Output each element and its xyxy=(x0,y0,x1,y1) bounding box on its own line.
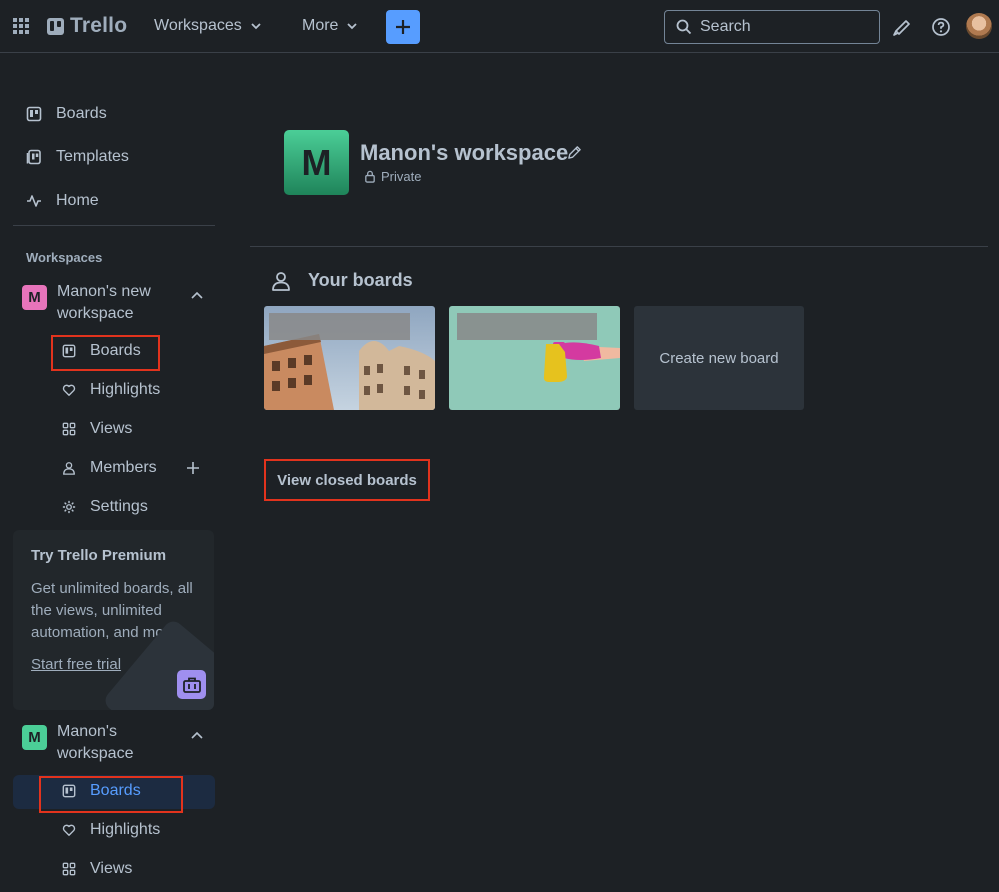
workspace-name: Manon's new workspace xyxy=(57,283,151,322)
gear-icon xyxy=(62,500,76,514)
more-menu-label: More xyxy=(302,17,339,34)
sidebar-item-label: Members xyxy=(90,459,157,476)
pencil-icon[interactable] xyxy=(567,145,582,160)
sidebar-item-label: Templates xyxy=(56,148,129,165)
search-box[interactable] xyxy=(664,10,880,44)
board-name-bar xyxy=(269,313,410,340)
person-icon xyxy=(272,271,290,291)
workspace-name: Manon's workspace xyxy=(57,723,134,762)
sidebar-divider xyxy=(13,225,215,226)
sidebar-item-boards[interactable]: Boards xyxy=(26,105,107,123)
workspaces-menu-label: Workspaces xyxy=(154,17,242,34)
heart-icon xyxy=(62,824,76,836)
workspace-header[interactable]: M Manon's new workspace xyxy=(22,281,212,325)
workspace-badge: M xyxy=(22,285,47,310)
board-icon xyxy=(26,106,42,122)
sidebar-item-views[interactable]: Views xyxy=(62,420,132,438)
sidebar-item-label: Highlights xyxy=(90,821,161,838)
briefcase-icon xyxy=(177,670,206,699)
create-new-board-label: Create new board xyxy=(659,349,779,367)
sidebar-item-label: Highlights xyxy=(90,381,161,398)
chevron-down-icon xyxy=(251,23,261,30)
sidebar-item-members[interactable]: Members xyxy=(62,459,157,477)
sidebar-item-home[interactable]: Home xyxy=(26,192,99,210)
more-menu-button[interactable]: More xyxy=(302,17,358,35)
sidebar: Boards Templates Home Workspaces M Manon… xyxy=(0,53,230,892)
chevron-up-icon[interactable] xyxy=(190,289,204,303)
workspace-header[interactable]: M Manon's workspace xyxy=(22,721,212,765)
search-icon xyxy=(676,19,692,35)
sidebar-item-label: Views xyxy=(90,420,133,437)
members-icon xyxy=(63,462,75,475)
sidebar-item-highlights[interactable]: Highlights xyxy=(62,821,160,839)
sidebar-item-highlights[interactable]: Highlights xyxy=(62,381,160,399)
top-bar: Trello Workspaces More xyxy=(0,0,999,53)
activity-icon xyxy=(27,195,41,207)
highlight-box xyxy=(51,335,160,371)
sidebar-item-label: Boards xyxy=(56,105,107,122)
board-tile[interactable] xyxy=(264,306,435,410)
search-input[interactable] xyxy=(700,18,860,36)
workspace-title: Manon's workspace xyxy=(360,140,569,165)
plus-icon xyxy=(396,20,410,34)
workspaces-section-label: Workspaces xyxy=(26,250,103,265)
workspace-avatar: M xyxy=(284,130,349,195)
premium-card: Try Trello Premium Get unlimited boards,… xyxy=(13,530,214,710)
sidebar-item-settings[interactable]: Settings xyxy=(62,498,148,516)
sidebar-item-templates[interactable]: Templates xyxy=(26,148,129,166)
grid-icon xyxy=(62,862,76,876)
board-name-bar xyxy=(457,313,597,340)
premium-title: Try Trello Premium xyxy=(31,547,167,564)
sidebar-item-label: Settings xyxy=(90,498,148,515)
privacy-indicator: Private xyxy=(364,169,421,184)
heart-icon xyxy=(62,384,76,396)
logo-text: Trello xyxy=(70,14,128,37)
help-icon[interactable] xyxy=(931,17,951,42)
lock-icon xyxy=(365,170,375,183)
sidebar-item-label: Views xyxy=(90,860,133,877)
board-tile[interactable] xyxy=(449,306,620,410)
highlight-box xyxy=(39,776,183,813)
sidebar-item-label: Home xyxy=(56,192,99,209)
your-boards-header: Your boards xyxy=(271,270,413,291)
user-avatar[interactable] xyxy=(966,13,992,39)
trello-logo[interactable]: Trello xyxy=(47,14,127,38)
notifications-icon[interactable] xyxy=(892,17,912,42)
chevron-up-icon[interactable] xyxy=(190,729,204,743)
template-icon xyxy=(26,149,41,165)
apps-grid-icon[interactable] xyxy=(12,17,30,35)
chevron-down-icon xyxy=(347,23,358,30)
privacy-label: Private xyxy=(381,169,422,184)
workspace-badge: M xyxy=(22,725,47,750)
add-member-icon[interactable] xyxy=(186,461,200,475)
main-divider xyxy=(250,246,988,247)
trello-logo-icon xyxy=(47,17,64,35)
grid-icon xyxy=(62,422,76,436)
highlight-box xyxy=(264,459,430,501)
create-new-board-button[interactable]: Create new board xyxy=(634,306,804,410)
create-button[interactable] xyxy=(386,10,420,44)
start-free-trial-link[interactable]: Start free trial xyxy=(31,656,121,673)
workspaces-menu-button[interactable]: Workspaces xyxy=(154,17,262,35)
your-boards-title: Your boards xyxy=(308,270,413,290)
sidebar-item-views[interactable]: Views xyxy=(62,860,132,878)
